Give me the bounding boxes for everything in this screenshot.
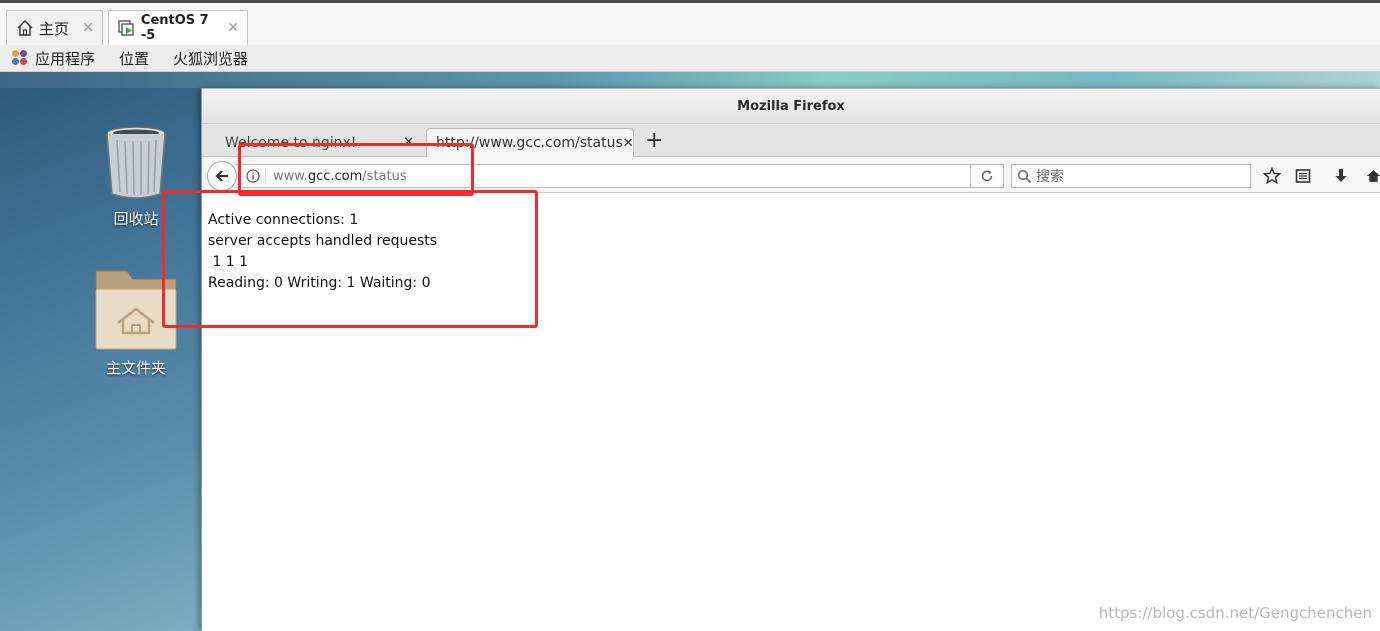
places-label: 位置 xyxy=(119,49,150,68)
reading-list-icon[interactable] xyxy=(1293,166,1313,186)
home-folder-label: 主文件夹 xyxy=(105,359,166,377)
places-menu[interactable]: 位置 xyxy=(119,48,149,69)
trash-icon xyxy=(106,126,166,199)
watermark: https://blog.csdn.net/Gengchenchen xyxy=(1098,604,1372,622)
applications-label: 应用程序 xyxy=(35,49,96,68)
vmware-tab-strip: 主页 ✕ CentOS 7 -5 ✕ xyxy=(0,0,1380,45)
browser-label: 火狐浏览器 xyxy=(173,49,249,68)
home-icon xyxy=(15,18,35,38)
close-tab-icon[interactable]: ✕ xyxy=(623,136,634,151)
content-highlight-box xyxy=(162,190,538,328)
bookmark-star-icon[interactable] xyxy=(1262,166,1282,186)
desktop-wallpaper-strip xyxy=(0,72,1380,88)
search-placeholder: 搜索 xyxy=(1036,169,1064,185)
close-icon[interactable]: ✕ xyxy=(82,20,94,36)
search-bar[interactable]: 搜索 xyxy=(1011,164,1251,188)
applications-icon xyxy=(12,50,28,66)
vmware-tab-label: 主页 xyxy=(39,19,70,38)
vmware-tab-home[interactable]: 主页 ✕ xyxy=(6,10,103,45)
browser-menu[interactable]: 火狐浏览器 xyxy=(173,48,248,69)
url-highlight-box xyxy=(238,143,474,196)
search-icon xyxy=(1017,169,1032,183)
reload-icon[interactable] xyxy=(970,165,1003,187)
vm-play-icon xyxy=(117,18,137,38)
vmware-tab-label: CentOS 7 -5 xyxy=(140,13,209,43)
vmware-tab-centos[interactable]: CentOS 7 -5 ✕ xyxy=(108,10,248,45)
back-arrow-icon xyxy=(215,170,228,182)
back-button[interactable] xyxy=(207,161,237,191)
close-icon[interactable]: ✕ xyxy=(227,20,239,36)
home-icon[interactable] xyxy=(1366,166,1380,186)
new-tab-plus-icon[interactable]: + xyxy=(645,128,663,154)
applications-menu[interactable]: 应用程序 xyxy=(12,48,95,69)
gnome-top-bar: 应用程序 位置 火狐浏览器 xyxy=(0,45,1380,72)
window-title: Mozilla Firefox xyxy=(202,89,1380,124)
download-icon[interactable] xyxy=(1331,166,1351,186)
